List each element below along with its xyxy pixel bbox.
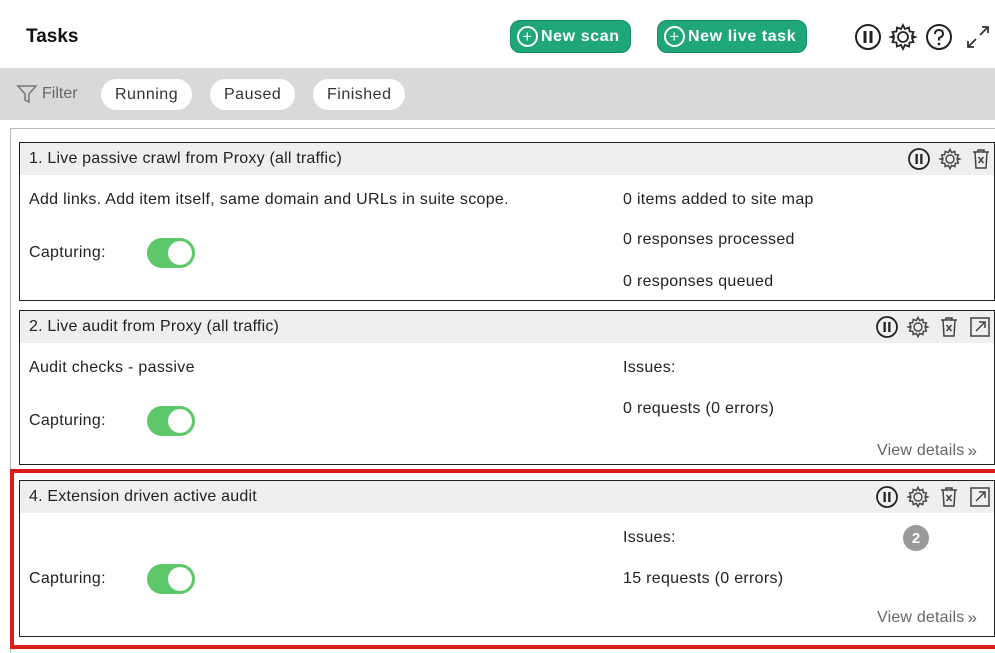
filter-pill-running[interactable]: Running: [101, 79, 193, 110]
task-title: 1. Live passive crawl from Proxy (all tr…: [29, 150, 342, 167]
capturing-label: Capturing:: [29, 412, 106, 429]
task-card: 1. Live passive crawl from Proxy (all tr…: [19, 142, 995, 301]
pause-icon[interactable]: [853, 22, 883, 52]
filter-button[interactable]: Filter: [16, 83, 78, 105]
trash-icon[interactable]: [937, 315, 961, 339]
requests-count: 0 requests (0 errors): [623, 400, 775, 417]
pause-icon[interactable]: [875, 315, 899, 339]
tasks-header: Tasks + New scan + New live task: [0, 0, 995, 68]
stat-items-added: 0 items added to site map: [623, 191, 814, 208]
highlight-box: [10, 469, 995, 649]
task-description: Add links. Add item itself, same domain …: [29, 191, 509, 208]
popout-icon[interactable]: [968, 315, 992, 339]
expand-icon[interactable]: [963, 22, 991, 52]
gear-icon[interactable]: [938, 147, 962, 171]
filter-label: Filter: [42, 85, 78, 102]
gear-icon[interactable]: [906, 315, 930, 339]
filter-bar: Filter Running Paused Finished: [0, 68, 995, 120]
issues-label: Issues:: [623, 359, 676, 376]
capturing-toggle[interactable]: [147, 406, 195, 436]
new-live-task-button[interactable]: + New live task: [657, 20, 808, 53]
stat-responses-queued: 0 responses queued: [623, 273, 774, 290]
plus-icon: +: [664, 26, 685, 47]
gear-icon[interactable]: [888, 22, 918, 52]
capturing-label: Capturing:: [29, 244, 106, 261]
trash-icon[interactable]: [969, 147, 993, 171]
task-title: 2. Live audit from Proxy (all traffic): [29, 318, 280, 335]
help-icon[interactable]: [924, 22, 954, 52]
stat-responses-processed: 0 responses processed: [623, 231, 795, 248]
new-scan-label: New scan: [541, 27, 620, 45]
task-header: 1. Live passive crawl from Proxy (all tr…: [20, 143, 994, 175]
capturing-toggle[interactable]: [147, 238, 195, 268]
task-header: 2. Live audit from Proxy (all traffic): [20, 311, 994, 343]
pause-icon[interactable]: [907, 147, 931, 171]
filter-pill-paused[interactable]: Paused: [210, 79, 296, 110]
view-details-label: View details: [877, 442, 965, 459]
new-live-task-label: New live task: [688, 27, 797, 45]
task-description: Audit checks - passive: [29, 359, 195, 376]
task-card: 2. Live audit from Proxy (all traffic) A…: [19, 310, 995, 465]
new-scan-button[interactable]: + New scan: [510, 20, 631, 53]
plus-icon: +: [517, 26, 538, 47]
filter-icon: [16, 85, 38, 104]
view-details-link[interactable]: View details »: [877, 441, 977, 461]
chevron-double-right-icon: »: [967, 441, 978, 460]
page-title: Tasks: [26, 26, 79, 47]
filter-pill-finished[interactable]: Finished: [313, 79, 406, 110]
